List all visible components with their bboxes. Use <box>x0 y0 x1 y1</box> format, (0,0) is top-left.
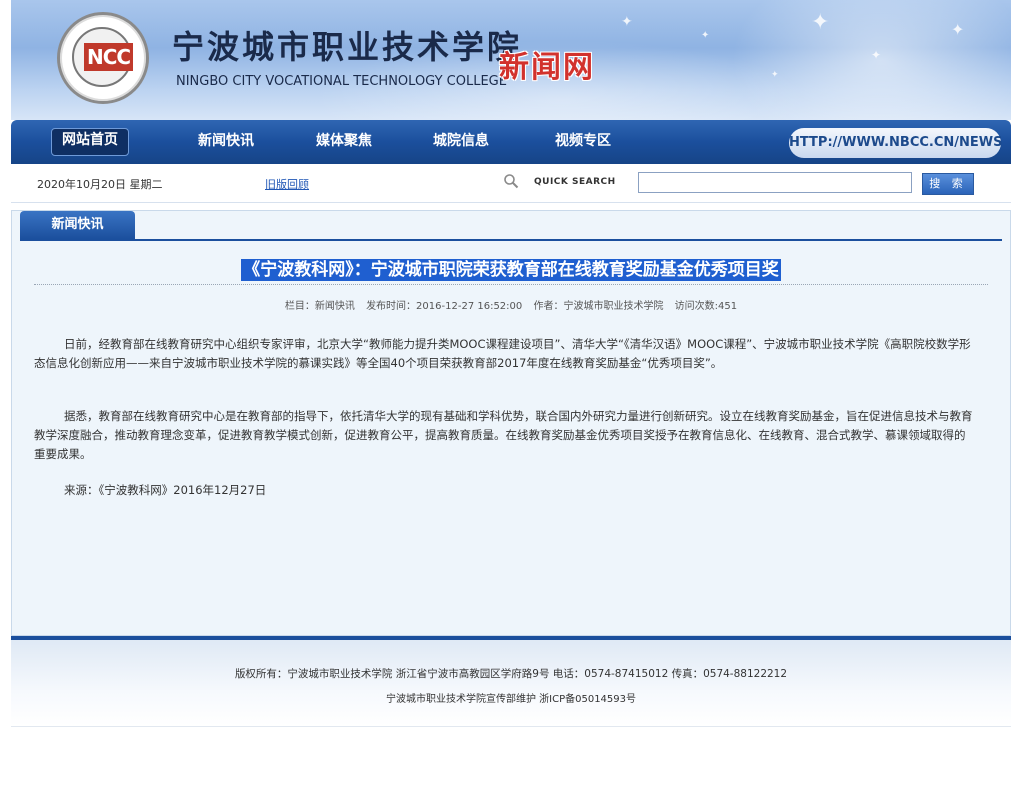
meta-column: 栏目：新闻快讯 <box>284 301 355 312</box>
article-title-row: 《宁波教科网》：宁波城市职院荣获教育部在线教育奖励基金优秀项目奖 <box>12 255 1010 281</box>
college-logo[interactable]: NCC <box>57 12 149 104</box>
article-meta: 栏目：新闻快讯 发布时间：2016-12-27 16:52:00 作者：宁波城市… <box>12 297 1010 312</box>
meta-author: 作者：宁波城市职业技术学院 <box>533 301 664 312</box>
star-icon: ✦ <box>701 30 710 41</box>
old-version-link[interactable]: 旧版回顾 <box>265 176 309 192</box>
article-paragraph: 日前，经教育部在线教育研究中心组织专家评审，北京大学“教师能力提升类MOOC课程… <box>34 337 971 370</box>
search-button[interactable]: 搜 索 <box>922 173 974 195</box>
star-icon: ✦ <box>811 10 830 35</box>
section-tab[interactable]: 新闻快讯 <box>20 211 135 239</box>
article-title: 《宁波教科网》：宁波城市职院荣获教育部在线教育奖励基金优秀项目奖 <box>241 259 781 281</box>
search-icon <box>504 174 519 189</box>
nav-item-campus-info[interactable]: 城院信息 <box>433 130 489 156</box>
site-url-badge[interactable]: HTTP://WWW.NBCC.CN/NEWS <box>789 128 1002 158</box>
tab-underline <box>20 239 1002 241</box>
logo-mark: NCC <box>84 43 134 71</box>
nav-item-media[interactable]: 媒体聚焦 <box>316 130 372 156</box>
toolbar: 2020年10月20日 星期二 旧版回顾 QUICK SEARCH 搜 索 <box>11 164 1011 203</box>
article-paragraph: 据悉，教育部在线教育研究中心是在教育部的指导下，依托清华大学的现有基础和学科优势… <box>34 409 973 461</box>
logo-inner-ring: NCC <box>72 27 134 87</box>
current-date: 2020年10月20日 星期二 <box>37 178 163 191</box>
meta-published: 发布时间：2016-12-27 16:52:00 <box>366 301 523 312</box>
main-nav: 网站首页 新闻快讯 媒体聚焦 城院信息 视频专区 HTTP://WWW.NBCC… <box>11 120 1011 164</box>
nav-item-home[interactable]: 网站首页 <box>51 128 129 156</box>
search-input[interactable] <box>638 172 912 193</box>
page: ✦ ✦ ✦ ✦ ✦ ✦ NCC 宁波城市职业技术学院 NINGBO CITY V… <box>11 0 1011 727</box>
site-name: 新闻网 <box>499 50 595 85</box>
article-panel: 新闻快讯 《宁波教科网》：宁波城市职院荣获教育部在线教育奖励基金优秀项目奖 栏目… <box>11 210 1011 636</box>
nav-item-news[interactable]: 新闻快讯 <box>198 130 254 156</box>
quick-search-label: QUICK SEARCH <box>534 177 616 187</box>
nav-item-video[interactable]: 视频专区 <box>555 130 611 156</box>
star-icon: ✦ <box>621 14 633 30</box>
title-divider <box>34 284 988 285</box>
meta-visits: 访问次数:451 <box>674 301 738 312</box>
footer-copyright: 版权所有：宁波城市职业技术学院 浙江省宁波市高教园区学府路9号 电话：0574-… <box>234 668 788 680</box>
footer-icp: 宁波城市职业技术学院宣传部维护 浙ICP备05014593号 <box>385 694 637 705</box>
article-source: 来源：《宁波教科网》2016年12月27日 <box>64 483 267 497</box>
college-name-cn: 宁波城市职业技术学院 <box>172 28 523 66</box>
site-footer: 版权所有：宁波城市职业技术学院 浙江省宁波市高教园区学府路9号 电话：0574-… <box>11 640 1011 727</box>
site-header: ✦ ✦ ✦ ✦ ✦ ✦ NCC 宁波城市职业技术学院 NINGBO CITY V… <box>11 0 1011 120</box>
college-name-en: NINGBO CITY VOCATIONAL TECHNOLOGY COLLEG… <box>176 74 507 89</box>
star-icon: ✦ <box>951 20 965 39</box>
star-icon: ✦ <box>771 70 779 80</box>
star-icon: ✦ <box>871 48 882 62</box>
